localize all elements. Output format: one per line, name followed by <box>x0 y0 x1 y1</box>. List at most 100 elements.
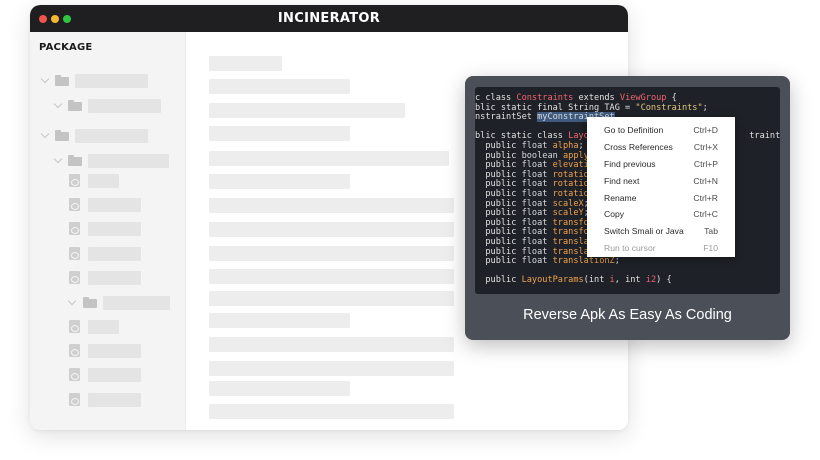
tree-label-placeholder <box>75 74 148 88</box>
menu-item-shortcut: Ctrl+D <box>693 125 718 135</box>
code-token: public <box>475 246 522 257</box>
folder-icon <box>55 130 69 141</box>
tree-file-row[interactable] <box>30 320 186 334</box>
tree-folder-row[interactable] <box>30 129 186 143</box>
content-line-placeholder <box>209 381 350 396</box>
tree-file-row[interactable] <box>30 393 186 407</box>
file-icon <box>69 174 80 187</box>
code-token: elevati <box>552 160 589 171</box>
tree-file-row[interactable] <box>30 222 186 236</box>
tree-label-placeholder <box>88 393 141 407</box>
chevron-down-icon[interactable] <box>53 154 63 164</box>
tree-file-row[interactable] <box>30 247 186 261</box>
tree-folder-row[interactable] <box>30 74 186 88</box>
menu-item-label: Copy <box>604 209 625 220</box>
package-sidebar: PACKAGE <box>30 32 186 430</box>
code-token: float <box>521 256 553 267</box>
tree-file-row[interactable] <box>30 344 186 358</box>
folder-icon <box>55 75 69 86</box>
tree-folder-row[interactable] <box>30 154 186 168</box>
chevron-down-icon[interactable] <box>40 74 50 84</box>
tree-file-row[interactable] <box>30 271 186 285</box>
context-menu-item[interactable]: Copy Ctrl+C <box>587 206 735 223</box>
code-token: translationZ <box>552 256 615 267</box>
code-token: public <box>475 208 522 219</box>
code-token: alpha <box>552 140 579 151</box>
code-token: scaleY <box>552 208 584 219</box>
sidebar-heading: PACKAGE <box>39 42 93 53</box>
code-token: float <box>521 179 553 190</box>
folder-icon <box>68 100 82 111</box>
content-line-placeholder <box>209 79 350 94</box>
code-token: LayoutParams <box>521 275 584 286</box>
menu-item-shortcut: F10 <box>703 243 718 254</box>
code-token: ; <box>578 140 584 151</box>
code-token: blic static class <box>475 131 569 142</box>
chevron-down-icon[interactable] <box>40 129 50 139</box>
tree-folder-row[interactable] <box>30 296 186 310</box>
menu-item-shortcut: Ctrl+C <box>693 209 718 220</box>
code-token: extends <box>573 93 620 103</box>
menu-item-shortcut: Tab <box>704 226 718 237</box>
code-token: float <box>521 188 553 199</box>
file-icon <box>69 198 80 211</box>
chevron-down-icon[interactable] <box>53 99 63 109</box>
tree-folder-row[interactable] <box>30 99 186 113</box>
tree-label-placeholder <box>88 154 169 168</box>
content-line-placeholder <box>209 126 350 141</box>
tree-label-placeholder <box>88 174 119 188</box>
context-menu-item[interactable]: Find next Ctrl+N <box>587 173 735 190</box>
code-token: ViewGroup <box>619 93 667 103</box>
code-token: float <box>521 160 553 171</box>
chevron-down-icon[interactable] <box>67 296 77 306</box>
tree-label-placeholder <box>88 271 141 285</box>
code-token: nstraintSet <box>475 112 538 123</box>
file-icon <box>69 247 80 260</box>
context-menu-item[interactable]: Go to Definition Ctrl+D <box>587 122 735 139</box>
tree-file-row[interactable] <box>30 198 186 212</box>
context-menu-item[interactable]: Run to cursor F10 <box>587 240 735 257</box>
menu-item-shortcut: Ctrl+R <box>693 192 718 203</box>
code-token: rotatio <box>552 188 589 199</box>
code-line: public LayoutParams(int i, int i2) { <box>475 275 780 286</box>
code-token: public <box>475 160 522 171</box>
content-line-placeholder <box>209 361 454 376</box>
menu-item-label: Cross References <box>604 141 673 152</box>
content-line-placeholder <box>209 404 454 419</box>
context-menu-item[interactable]: Cross References Ctrl+X <box>587 139 735 156</box>
content-line-placeholder <box>209 198 454 213</box>
app-title: INCINERATOR <box>277 11 381 26</box>
menu-item-label: Go to Definition <box>604 125 664 135</box>
tree-file-row[interactable] <box>30 174 186 188</box>
code-token: ; <box>702 102 708 113</box>
code-token: float <box>521 140 553 151</box>
context-menu-item[interactable]: Find previous Ctrl+P <box>587 156 735 173</box>
content-line-placeholder <box>209 291 454 306</box>
code-token: rotatio <box>552 179 589 190</box>
menu-item-label: Run to cursor <box>604 243 656 254</box>
code-token: public <box>475 256 522 267</box>
content-line-placeholder <box>209 222 454 237</box>
title-bar: INCINERATOR <box>30 5 628 32</box>
code-token: float <box>521 198 553 209</box>
code-token: { <box>666 93 677 103</box>
tree-label-placeholder <box>88 222 141 236</box>
code-token: public <box>475 275 522 286</box>
content-line-placeholder <box>209 56 282 71</box>
file-icon <box>69 344 80 357</box>
tree-label-placeholder <box>88 198 141 212</box>
tree-file-row[interactable] <box>30 368 186 382</box>
code-token: public <box>475 169 522 180</box>
context-menu-item[interactable]: Rename Ctrl+R <box>587 190 735 207</box>
content-line-placeholder <box>209 103 405 118</box>
code-token: public <box>475 236 522 247</box>
tree-label-placeholder <box>88 99 161 113</box>
code-token: public <box>475 227 522 238</box>
menu-item-label: Rename <box>604 192 637 203</box>
folder-icon <box>68 155 82 166</box>
menu-item-label: Switch Smali or Java <box>604 226 684 237</box>
context-menu-item[interactable]: Switch Smali or Java Tab <box>587 223 735 240</box>
code-token: float <box>521 208 553 219</box>
code-token: ) { <box>656 275 672 286</box>
code-token: boolean <box>521 150 563 161</box>
